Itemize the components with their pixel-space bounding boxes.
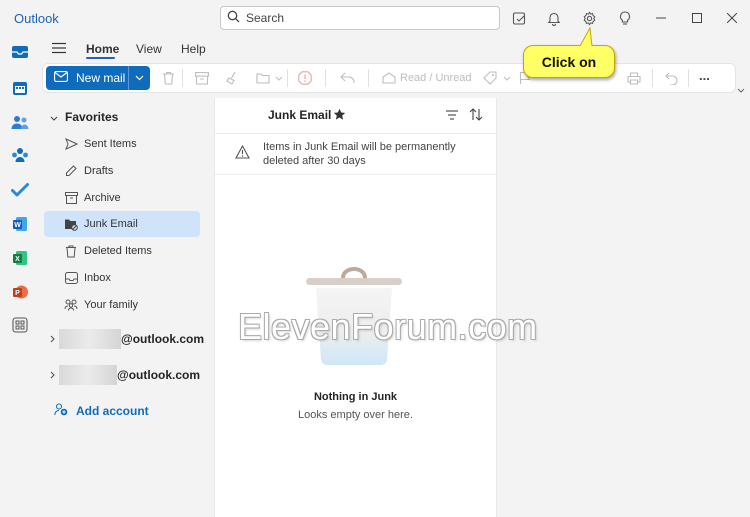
new-mail-label: New mail — [76, 71, 126, 85]
calendar-app-icon[interactable] — [10, 78, 30, 98]
folder-junk-email[interactable]: Junk Email — [44, 211, 200, 237]
envelope-icon — [54, 71, 68, 85]
close-button[interactable] — [722, 8, 742, 28]
move-dropdown-icon[interactable] — [271, 70, 287, 86]
folder-archive[interactable]: Archive — [44, 185, 200, 211]
app-title: Outlook — [14, 11, 59, 26]
site-watermark: ElevenForum.com — [238, 306, 538, 347]
chevron-down-icon — [50, 110, 58, 124]
mail-app-icon[interactable] — [10, 42, 30, 62]
send-icon — [64, 137, 78, 151]
new-mail-dropdown-button[interactable] — [129, 66, 150, 90]
excel-app-icon[interactable]: X — [10, 248, 30, 268]
sort-icon[interactable] — [469, 108, 483, 124]
lightbulb-icon[interactable] — [617, 10, 633, 26]
folder-drafts[interactable]: Drafts — [44, 158, 200, 184]
svg-text:W: W — [14, 222, 21, 229]
settings-gear-icon[interactable] — [581, 10, 597, 26]
search-box[interactable]: Search — [220, 6, 500, 30]
minimize-button[interactable] — [651, 8, 671, 28]
redacted-username — [59, 365, 117, 385]
svg-text:X: X — [15, 256, 20, 263]
folder-label: Junk Email — [84, 218, 138, 230]
more-apps-icon[interactable] — [10, 315, 30, 335]
chevron-right-icon — [50, 332, 55, 346]
folder-sent-items[interactable]: Sent Items — [44, 131, 200, 157]
archive-icon — [64, 191, 78, 205]
click-on-callout: Click on — [523, 45, 615, 78]
empty-state-subtitle: Looks empty over here. — [298, 409, 413, 421]
folder-label: Inbox — [84, 272, 111, 284]
folder-label: Your family — [84, 299, 139, 311]
folder-label: Drafts — [84, 165, 114, 177]
tag-dropdown-icon[interactable] — [499, 70, 515, 86]
archive-icon[interactable] — [194, 70, 210, 86]
filter-icon[interactable] — [446, 109, 458, 123]
app-rail — [0, 36, 42, 517]
active-tab-indicator — [86, 57, 115, 59]
my-day-icon[interactable] — [511, 10, 527, 26]
todo-app-icon[interactable] — [10, 180, 30, 200]
star-icon[interactable] — [333, 108, 346, 124]
undo-icon[interactable] — [663, 70, 679, 86]
trash-icon — [64, 244, 78, 258]
warning-icon — [235, 144, 250, 162]
account-2[interactable]: @outlook.com — [50, 364, 200, 386]
folder-label: Sent Items — [84, 138, 137, 150]
report-icon[interactable] — [297, 70, 313, 86]
move-to-folder-icon[interactable] — [255, 70, 271, 86]
callout-pointer — [579, 27, 593, 47]
groups-app-icon[interactable] — [10, 145, 30, 165]
maximize-button[interactable] — [687, 8, 707, 28]
people-app-icon[interactable] — [10, 112, 30, 132]
folder-inbox[interactable]: Inbox — [44, 265, 200, 291]
pencil-icon — [64, 164, 78, 178]
junk-notice-text: Items in Junk Email will be permanently … — [263, 141, 456, 167]
chevron-right-icon — [50, 368, 55, 382]
redacted-username — [59, 329, 121, 349]
sweep-icon[interactable] — [225, 70, 241, 86]
more-options-button[interactable]: ... — [699, 68, 710, 83]
folder-deleted-items[interactable]: Deleted Items — [44, 238, 200, 264]
read-unread-icon[interactable] — [381, 70, 397, 86]
favorites-label: Favorites — [65, 110, 119, 124]
word-app-icon[interactable]: W — [10, 214, 30, 234]
read-unread-button[interactable]: Read / Unread — [400, 72, 472, 84]
account-email-domain: @outlook.com — [121, 332, 205, 346]
search-icon — [227, 10, 240, 26]
tab-help[interactable]: Help — [181, 42, 206, 56]
add-account-button[interactable]: Add account — [54, 403, 149, 419]
bell-icon[interactable] — [546, 10, 562, 26]
favorites-header[interactable]: Favorites — [50, 110, 118, 124]
add-person-icon — [54, 403, 68, 419]
new-mail-button[interactable]: New mail — [46, 66, 150, 90]
people-icon — [64, 298, 78, 312]
hamburger-menu-icon[interactable] — [52, 42, 68, 56]
delete-icon[interactable] — [160, 70, 176, 86]
junk-icon — [64, 217, 78, 231]
svg-text:P: P — [15, 290, 20, 297]
tab-view[interactable]: View — [136, 42, 162, 56]
folder-your-family[interactable]: Your family — [44, 292, 200, 318]
add-account-label: Add account — [76, 404, 149, 418]
account-1[interactable]: @outlook.com — [50, 328, 204, 350]
ribbon-expand-icon[interactable] — [737, 82, 745, 96]
inbox-icon — [64, 271, 78, 285]
account-email-domain: @outlook.com — [117, 368, 201, 382]
folder-label: Archive — [84, 192, 121, 204]
message-list-title: Junk Email — [268, 108, 332, 122]
empty-state-title: Nothing in Junk — [313, 391, 398, 403]
powerpoint-app-icon[interactable]: P — [10, 282, 30, 302]
search-input[interactable]: Search — [246, 11, 284, 25]
tag-icon[interactable] — [482, 70, 498, 86]
folder-label: Deleted Items — [84, 245, 152, 257]
print-icon[interactable] — [626, 70, 642, 86]
tab-home[interactable]: Home — [86, 42, 119, 56]
reply-icon[interactable] — [339, 70, 355, 86]
